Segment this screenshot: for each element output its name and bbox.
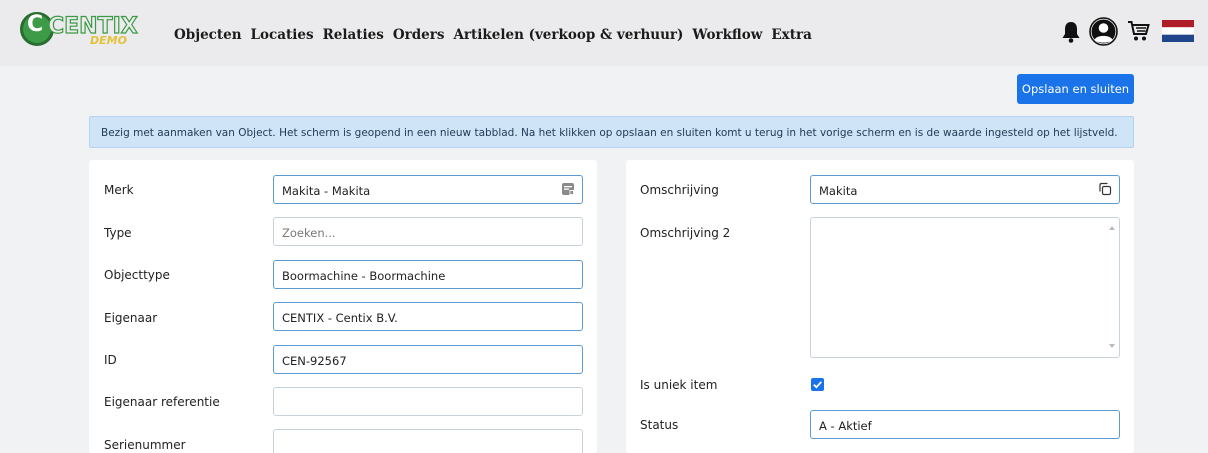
is-uniek-item-label: Is uniek item [640,378,718,392]
logo-c-letter: C [27,12,44,37]
merk-label: Merk [104,183,134,197]
omschrijving2-textarea[interactable] [810,217,1120,358]
logo-demo-text: DEMO [90,34,127,47]
omschrijving-value: Makita [819,184,858,198]
type-label: Type [104,226,132,240]
eigenaar-value: CENTIX - Centix B.V. [282,311,398,325]
checkmark-icon [813,381,822,389]
netherlands-flag-icon[interactable] [1162,20,1194,42]
serienummer-label: Serienummer [104,438,186,452]
merk-field[interactable]: Makita - Makita [273,175,583,204]
is-uniek-item-checkbox[interactable] [811,378,824,391]
user-avatar-icon[interactable] [1089,17,1118,46]
status-field[interactable]: A - Aktief [810,410,1120,439]
type-placeholder: Zoeken... [282,226,336,240]
id-label: ID [104,353,117,367]
shopping-cart-icon[interactable] [1127,20,1151,42]
info-message: Bezig met aanmaken van Object. Het scher… [89,116,1134,148]
nav-item-artikelen[interactable]: Artikelen (verkoop & verhuur) [453,27,683,43]
status-value: A - Aktief [819,419,872,433]
omschrijving2-label: Omschrijving 2 [640,226,731,240]
lookup-icon[interactable] [561,182,575,196]
merk-value: Makita - Makita [282,184,371,198]
nav-item-workflow[interactable]: Workflow [692,27,762,43]
eigenaar-field[interactable]: CENTIX - Centix B.V. [273,302,583,331]
nav-item-relaties[interactable]: Relaties [323,27,384,43]
objecttype-value: Boormachine - Boormachine [282,269,446,283]
objecttype-label: Objecttype [104,268,170,282]
centix-logo[interactable]: C CENTIX DEMO [20,8,150,52]
eigenaar-referentie-field[interactable] [273,387,583,416]
nav-item-objecten[interactable]: Objecten [174,27,242,43]
scroll-up-arrow-icon[interactable] [1109,226,1115,230]
type-search-input[interactable]: Zoeken... [273,217,583,246]
header-icons [1048,16,1208,46]
main-menu: Objecten Locaties Relaties Orders Artike… [174,27,821,43]
nav-item-locaties[interactable]: Locaties [251,27,314,43]
save-and-close-button[interactable]: Opslaan en sluiten [1017,74,1134,104]
id-value: CEN-92567 [282,354,347,368]
serienummer-field[interactable] [273,429,583,453]
copy-icon[interactable] [1098,182,1112,196]
omschrijving-field[interactable]: Makita [810,175,1120,204]
nav-item-extra[interactable]: Extra [771,27,811,43]
top-navigation-bar: C CENTIX DEMO Objecten Locaties Relaties… [0,0,1208,66]
bell-icon[interactable] [1061,21,1081,43]
nav-item-orders[interactable]: Orders [393,27,445,43]
objecttype-field[interactable]: Boormachine - Boormachine [273,260,583,289]
id-field[interactable]: CEN-92567 [273,345,583,374]
right-form-panel: Omschrijving Makita Omschrijving 2 Is un… [626,160,1134,453]
left-form-panel: Merk Makita - Makita Type Zoeken... Obje… [89,160,597,453]
eigenaar-label: Eigenaar [104,311,158,325]
omschrijving-label: Omschrijving [640,183,719,197]
status-label: Status [640,418,679,432]
eigenaar-referentie-label: Eigenaar referentie [104,395,220,409]
scroll-down-arrow-icon[interactable] [1109,344,1115,348]
